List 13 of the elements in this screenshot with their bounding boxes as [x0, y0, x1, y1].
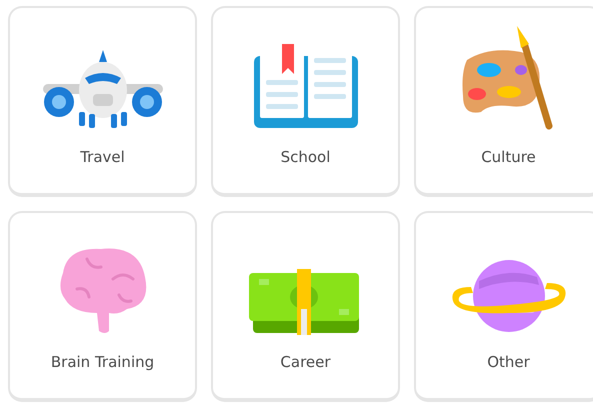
category-card[interactable]: Other [414, 211, 593, 402]
card-label: Career [280, 352, 331, 373]
card-label: Travel [80, 147, 125, 168]
category-card[interactable]: Culture [414, 6, 593, 197]
card-label: Other [487, 352, 530, 373]
card-label: Brain Training [50, 352, 154, 373]
category-card[interactable]: Brain Training [8, 211, 197, 402]
card-label: School [280, 147, 330, 168]
card-label: Culture [481, 147, 536, 168]
category-card[interactable]: School [211, 6, 400, 197]
book-icon [254, 44, 358, 130]
category-card[interactable]: Career [211, 211, 400, 402]
category-card[interactable]: Travel [8, 6, 197, 197]
